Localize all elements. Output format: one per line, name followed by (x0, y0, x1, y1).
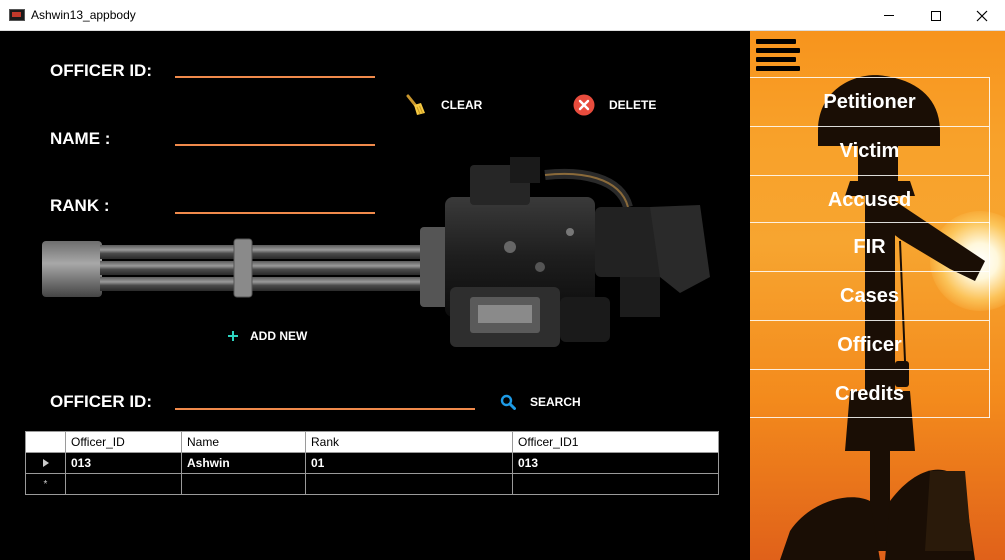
search-field-underline (175, 384, 475, 410)
nav-item-victim[interactable]: Victim (750, 126, 990, 175)
delete-label: DELETE (609, 98, 657, 112)
cell-officer-id[interactable]: 013 (65, 452, 182, 474)
nav-bottom-divider (750, 417, 990, 418)
current-row-indicator[interactable] (25, 452, 66, 474)
plus-icon (228, 331, 238, 341)
new-cell-officer-id1[interactable] (512, 473, 719, 495)
nav-item-accused[interactable]: Accused (750, 175, 990, 224)
title-bar: Ashwin13_appbody (0, 0, 1005, 31)
table-row[interactable]: 013 Ashwin 01 013 (25, 452, 719, 474)
grid-header-row: Officer_ID Name Rank Officer_ID1 (25, 431, 719, 453)
officer-id-label: OFFICER ID: (50, 61, 152, 80)
app-icon (9, 9, 25, 21)
officer-id-field-underline (175, 52, 375, 78)
close-icon (976, 10, 988, 21)
officer-id-input[interactable] (175, 52, 375, 74)
cell-officer-id1[interactable]: 013 (512, 452, 719, 474)
main-panel: OFFICER ID: NAME : RANK : CLEAR DELETE A… (0, 31, 750, 560)
nav-item-officer[interactable]: Officer (750, 320, 990, 369)
officer-data-grid[interactable]: Officer_ID Name Rank Officer_ID1 013 Ash… (25, 431, 719, 495)
column-header-name[interactable]: Name (181, 431, 306, 453)
column-header-officer-id[interactable]: Officer_ID (65, 431, 182, 453)
minimize-button[interactable] (866, 0, 912, 31)
delete-button[interactable]: DELETE (573, 94, 656, 116)
new-row-indicator[interactable]: * (25, 473, 66, 495)
column-header-rank[interactable]: Rank (305, 431, 513, 453)
maximize-button[interactable] (913, 0, 959, 31)
cell-name[interactable]: Ashwin (181, 452, 306, 474)
column-header-officer-id1[interactable]: Officer_ID1 (512, 431, 719, 453)
new-cell-name[interactable] (181, 473, 306, 495)
search-officer-id-input[interactable] (175, 384, 475, 406)
close-button[interactable] (959, 0, 1005, 31)
minimize-icon (884, 15, 894, 16)
clear-button[interactable]: CLEAR (405, 94, 482, 116)
grid-corner-cell[interactable] (25, 431, 66, 453)
hamburger-menu-button[interactable] (756, 39, 800, 73)
magnifier-icon (500, 394, 516, 410)
nav-item-petitioner[interactable]: Petitioner (750, 77, 990, 126)
search-label: SEARCH (530, 395, 581, 409)
name-label: NAME : (50, 129, 111, 148)
cell-rank[interactable]: 01 (305, 452, 513, 474)
hamburger-icon (756, 39, 796, 44)
search-officer-id-label: OFFICER ID: (50, 392, 152, 411)
search-button[interactable]: SEARCH (500, 394, 581, 410)
window-title: Ashwin13_appbody (31, 8, 136, 22)
add-new-label: ADD NEW (250, 329, 308, 343)
nav-item-credits[interactable]: Credits (750, 369, 990, 418)
new-cell-rank[interactable] (305, 473, 513, 495)
new-row[interactable]: * (25, 473, 719, 495)
add-new-button[interactable]: ADD NEW (228, 329, 307, 343)
delete-x-icon (573, 94, 595, 116)
minigun-image (42, 157, 710, 347)
nav-item-cases[interactable]: Cases (750, 271, 990, 320)
broom-icon (405, 94, 427, 116)
clear-label: CLEAR (441, 98, 483, 112)
sidebar: Petitioner Victim Accused FIR Cases Offi… (750, 31, 1005, 560)
maximize-icon (931, 10, 941, 21)
new-cell-officer-id[interactable] (65, 473, 182, 495)
name-input[interactable] (175, 120, 375, 142)
row-pointer-icon (42, 459, 49, 467)
nav-item-fir[interactable]: FIR (750, 222, 990, 271)
name-field-underline (175, 120, 375, 146)
